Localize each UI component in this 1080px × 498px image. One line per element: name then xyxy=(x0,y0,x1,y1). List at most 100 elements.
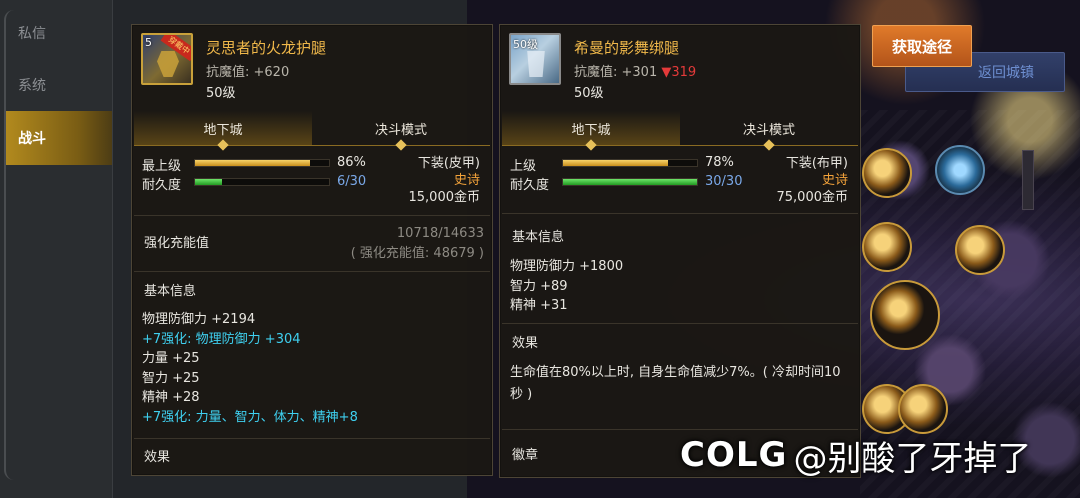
item-level: 50级 xyxy=(574,86,604,101)
basic-info-lines: 物理防御力 +1800 智力 +89 精神 +31 xyxy=(510,257,623,316)
stat-line: 智力 +25 xyxy=(142,370,200,386)
stat-line: 物理防御力 +2194 xyxy=(142,312,256,327)
enhance-title: 强化充能值 xyxy=(144,236,210,251)
cloth-glyph-icon xyxy=(527,51,545,77)
skill-slot-icon[interactable] xyxy=(898,384,948,434)
quality-bar-fill xyxy=(195,160,311,166)
icon-level-tag: 50级 xyxy=(513,38,538,51)
item-magic-resist: 抗魔值: +301 ▼319 xyxy=(574,61,696,80)
stat-line: 精神 +28 xyxy=(142,390,200,405)
mode-tabs: 地下城 决斗模式 xyxy=(134,111,490,151)
durability-label: 耐久度 xyxy=(510,178,550,193)
tab-divider xyxy=(134,145,490,146)
skill-slot-icon[interactable] xyxy=(862,148,912,198)
tab-label: 地下城 xyxy=(571,122,611,138)
tab-label: 决斗模式 xyxy=(742,122,795,138)
durability-bar-row: 耐久度 30/30 xyxy=(510,174,743,193)
basic-info-title: 基本信息 xyxy=(144,284,197,299)
stat-line: 智力 +89 xyxy=(510,278,568,294)
return-town-label: 返回城镇 xyxy=(978,65,1034,81)
durability-value: 6/30 xyxy=(337,174,367,189)
enhance-value: 10718/14633 xyxy=(396,226,484,241)
effect-title: 效果 xyxy=(512,336,539,351)
skill-slot-icon[interactable] xyxy=(862,222,912,272)
durability-bar xyxy=(194,178,330,186)
magic-resist-diff: ▼319 xyxy=(661,65,697,80)
enhance-values: 10718/14633 ( 强化充能值: 48679 ) xyxy=(351,224,484,264)
equipped-item-tooltip: 5 穿戴中 灵思者的火龙护腿 抗魔值: +620 50级 地下城 决斗模式 最上… xyxy=(131,24,493,476)
stat-line: 精神 +31 xyxy=(510,298,568,313)
item-icon[interactable]: 5 穿戴中 xyxy=(141,33,193,85)
stat-line-enhance: +7强化: 物理防御力 +304 xyxy=(142,331,301,347)
durability-label: 耐久度 xyxy=(142,178,182,193)
chat-tab-system[interactable]: 系统 xyxy=(6,60,126,110)
quality-bar-row: 上级 78% xyxy=(510,155,740,174)
item-name: 希曼的影舞绑腿 xyxy=(574,39,680,57)
effect-description: 生命值在80%以上时, 自身生命值减少7%。( 冷却时间10秒 ) xyxy=(510,365,841,402)
item-header: 5 穿戴中 灵思者的火龙护腿 抗魔值: +620 50级 xyxy=(140,33,486,101)
compare-item-tooltip: 50级 希曼的影舞绑腿 抗魔值: +301 ▼319 50级 地下城 决斗模式 … xyxy=(499,24,861,478)
chat-tab-private[interactable]: 私信 xyxy=(6,8,126,58)
item-price: 75,000金币 xyxy=(776,190,849,205)
durability-bar-fill xyxy=(563,179,697,185)
skill-slot-icon[interactable] xyxy=(935,145,985,195)
item-type-info: 下装(皮甲) 史诗 15,000金币 xyxy=(409,155,481,206)
quality-label: 最上级 xyxy=(142,159,182,174)
effect-section: 效果 生命值在80%以上时, 自身生命值减少7%。( 冷却时间10秒 ) xyxy=(502,323,858,437)
badge-title: 徽章 xyxy=(512,448,539,463)
item-stats: 最上级 86% 耐久度 6/30 下装(皮甲) 史诗 15,000金币 xyxy=(142,155,482,215)
mode-tabs: 地下城 决斗模式 xyxy=(502,111,858,151)
item-rarity: 史诗 xyxy=(453,173,480,188)
stat-line: 物理防御力 +1800 xyxy=(510,259,624,274)
chat-tab-battle[interactable]: 战斗 xyxy=(6,111,126,165)
effect-section: 效果 xyxy=(134,438,490,475)
durability-bar-fill xyxy=(195,179,222,185)
armor-glyph-icon xyxy=(157,51,179,77)
item-rarity: 史诗 xyxy=(821,173,848,188)
basic-info-section: 基本信息 物理防御力 +2194 +7强化: 物理防御力 +304 力量 +25… xyxy=(134,271,490,441)
item-stats: 上级 78% 耐久度 30/30 下装(布甲) 史诗 75,000金币 xyxy=(510,155,850,215)
item-type: 下装(布甲) xyxy=(785,156,848,171)
basic-info-lines: 物理防御力 +2194 +7强化: 物理防御力 +304 力量 +25 智力 +… xyxy=(142,310,358,427)
enhance-section: 强化充能值 10718/14633 ( 强化充能值: 48679 ) xyxy=(134,215,490,271)
durability-bar xyxy=(562,178,698,186)
chat-tab-label: 战斗 xyxy=(18,131,46,147)
lamp-post xyxy=(1022,150,1034,210)
icon-level-tag: 5 xyxy=(145,36,152,49)
watermark: COLG @别酸了牙掉了 xyxy=(680,430,1031,480)
item-header: 50级 希曼的影舞绑腿 抗魔值: +301 ▼319 50级 xyxy=(508,33,854,101)
colg-logo: COLG xyxy=(680,435,788,475)
durability-bar-row: 耐久度 6/30 xyxy=(142,174,372,193)
durability-value: 30/30 xyxy=(705,174,743,189)
enhance-note: ( 强化充能值: 48679 ) xyxy=(350,246,484,261)
quality-bar-fill xyxy=(563,160,668,166)
tab-label: 决斗模式 xyxy=(374,122,427,138)
magic-resist-value: 抗魔值: +301 xyxy=(574,65,658,80)
quality-bar xyxy=(194,159,330,167)
chat-tab-label: 系统 xyxy=(18,78,46,94)
chat-sidebar: 私信 系统 战斗 xyxy=(0,0,126,498)
quality-bar xyxy=(562,159,698,167)
watermark-user: @别酸了牙掉了 xyxy=(793,438,1032,479)
item-price: 15,000金币 xyxy=(408,190,481,205)
item-level: 50级 xyxy=(206,86,236,101)
stat-line: 力量 +25 xyxy=(142,351,200,366)
item-magic-resist: 抗魔值: +620 xyxy=(206,65,290,80)
stat-line-enhance: +7强化: 力量、智力、体力、精神+8 xyxy=(142,409,358,425)
item-type-info: 下装(布甲) 史诗 75,000金币 xyxy=(777,155,849,206)
acquire-source-label: 获取途径 xyxy=(891,37,952,56)
basic-info-title: 基本信息 xyxy=(512,230,565,245)
chat-tab-label: 私信 xyxy=(18,26,46,42)
skill-slot-icon[interactable] xyxy=(870,280,940,350)
quality-bar-row: 最上级 86% xyxy=(142,155,372,174)
item-name: 灵思者的火龙护腿 xyxy=(206,39,327,57)
acquire-source-button[interactable]: 获取途径 xyxy=(872,25,972,67)
tab-divider xyxy=(502,145,858,146)
item-icon[interactable]: 50级 xyxy=(509,33,561,85)
item-type: 下装(皮甲) xyxy=(417,156,480,171)
quality-value: 78% xyxy=(705,155,734,170)
effect-title: 效果 xyxy=(144,450,171,465)
skill-slot-icon[interactable] xyxy=(955,225,1005,275)
quality-label: 上级 xyxy=(510,159,537,174)
tab-label: 地下城 xyxy=(203,122,243,138)
